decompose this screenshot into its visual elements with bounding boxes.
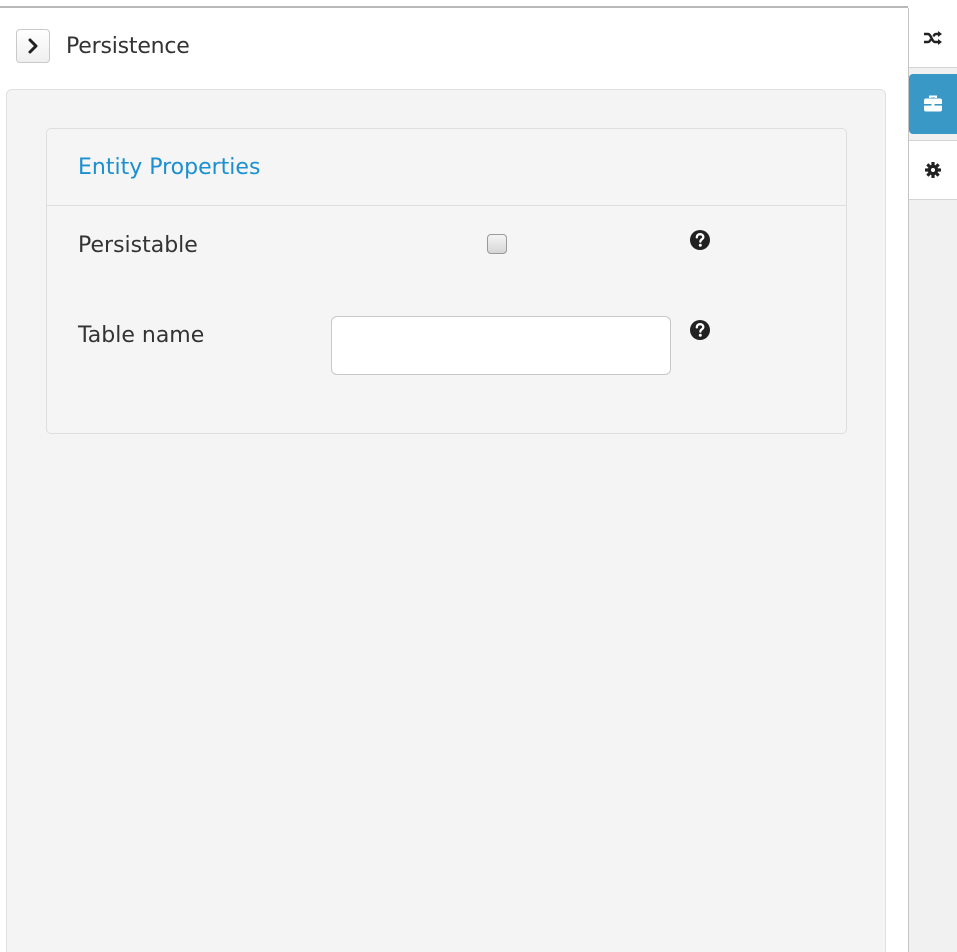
- card-header: Entity Properties: [47, 129, 846, 206]
- collapse-panel-button[interactable]: [16, 29, 50, 63]
- rail-settings-button[interactable]: [909, 140, 957, 200]
- table-name-input[interactable]: [331, 316, 671, 375]
- chevron-right-icon: [28, 38, 38, 54]
- panel-header: Persistence: [0, 8, 908, 88]
- table-name-label: Table name: [78, 323, 205, 348]
- entity-properties-card: Entity Properties Persistable Table name: [46, 128, 847, 434]
- persistable-label: Persistable: [78, 233, 198, 258]
- rail-toolbox-button[interactable]: [909, 74, 957, 134]
- persistence-panel-page: Persistence Entity Properties Persistabl…: [0, 0, 957, 952]
- gear-icon: [925, 162, 941, 178]
- persistable-checkbox[interactable]: [487, 234, 507, 254]
- panel-title: Persistence: [66, 34, 190, 59]
- card-title: Entity Properties: [78, 155, 261, 180]
- question-circle-icon[interactable]: [689, 229, 711, 251]
- shuffle-icon: [924, 30, 942, 45]
- rail-shuffle-button[interactable]: [909, 8, 957, 68]
- briefcase-icon: [924, 95, 942, 112]
- panel-body: Entity Properties Persistable Table name: [6, 89, 886, 952]
- question-circle-icon[interactable]: [689, 319, 711, 341]
- right-rail: [909, 8, 957, 952]
